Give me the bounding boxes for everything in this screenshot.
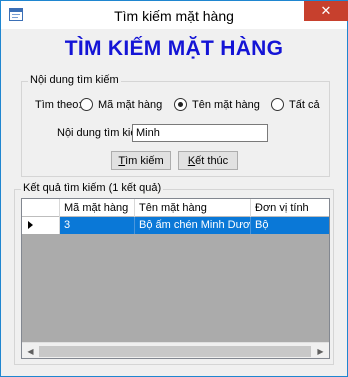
column-header-item-code[interactable]: Mã mặt hàng	[60, 199, 135, 217]
radio-all-label: Tất cả	[289, 98, 320, 111]
page-heading: TÌM KIẾM MẶT HÀNG	[64, 37, 284, 60]
scroll-right-icon[interactable]: ▶	[312, 343, 329, 358]
cell-unit[interactable]: Bộ	[251, 217, 329, 234]
radio-circle-icon	[80, 98, 93, 111]
cell-item-name[interactable]: Bộ ấm chén Minh Dương	[135, 217, 251, 234]
search-item-window: Tìm kiếm mặt hàng ✕ TÌM KIẾM MẶT HÀNG Nộ…	[0, 0, 348, 377]
radio-selected-icon	[174, 98, 187, 111]
exit-button[interactable]: Kết thúc	[178, 151, 238, 170]
radio-item-name-label: Tên mặt hàng	[192, 98, 260, 111]
grid-header: Mã mặt hàng Tên mặt hàng Đơn vị tính	[22, 199, 329, 217]
radio-circle-icon	[271, 98, 284, 111]
current-row-arrow-icon	[28, 221, 33, 229]
row-header-corner	[22, 199, 60, 217]
scrollbar-thumb[interactable]	[39, 346, 311, 357]
window-title: Tìm kiếm mặt hàng	[114, 8, 234, 24]
exit-button-mnemonic: K	[187, 154, 196, 167]
radio-all[interactable]: Tất cả	[271, 98, 320, 111]
close-button[interactable]: ✕	[304, 1, 348, 21]
column-header-item-name[interactable]: Tên mặt hàng	[135, 199, 251, 217]
close-icon: ✕	[320, 3, 332, 18]
cell-item-code[interactable]: 3	[60, 217, 135, 234]
search-group-legend: Nội dung tìm kiếm	[28, 74, 121, 86]
search-by-label: Tìm theo:	[35, 99, 82, 111]
radio-item-code[interactable]: Mã mặt hàng	[80, 98, 162, 111]
exit-button-label: ết thúc	[195, 154, 229, 167]
search-button-label: ìm kiếm	[125, 154, 164, 167]
row-header[interactable]	[22, 217, 60, 234]
radio-item-code-label: Mã mặt hàng	[98, 98, 163, 111]
horizontal-scrollbar[interactable]: ◀ ▶	[22, 342, 329, 358]
scroll-left-icon[interactable]: ◀	[22, 343, 39, 358]
title-bar[interactable]: Tìm kiếm mặt hàng ✕	[1, 1, 348, 29]
results-group-legend: Kết quả tìm kiếm (1 kết quả)	[21, 182, 164, 194]
search-button-mnemonic: T	[118, 154, 126, 167]
results-grid[interactable]: Mã mặt hàng Tên mặt hàng Đơn vị tính 3 B…	[21, 198, 330, 359]
radio-item-name[interactable]: Tên mặt hàng	[174, 98, 260, 111]
search-button[interactable]: Tìm kiếm	[111, 151, 171, 170]
column-header-unit[interactable]: Đơn vị tính	[251, 199, 329, 217]
search-content-input[interactable]: Minh	[132, 124, 268, 142]
table-row[interactable]: 3 Bộ ấm chén Minh Dương Bộ	[22, 217, 329, 234]
